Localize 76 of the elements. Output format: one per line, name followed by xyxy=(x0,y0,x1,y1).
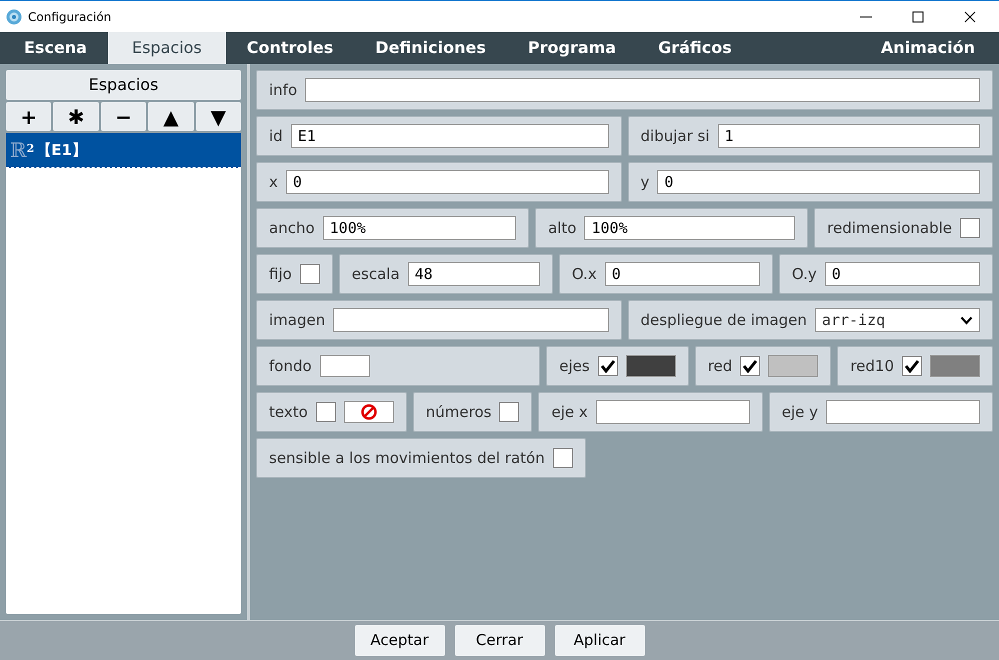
toolbar-button[interactable]: − xyxy=(100,102,146,131)
toolbar-button[interactable]: ▼ xyxy=(196,102,242,131)
checkbox[interactable] xyxy=(499,402,520,422)
field-label: eje x xyxy=(551,402,588,423)
color-button[interactable] xyxy=(320,355,370,377)
text-field[interactable]: 48 xyxy=(408,262,540,286)
toolbar-button[interactable]: + xyxy=(6,102,52,131)
color-button[interactable] xyxy=(344,401,394,423)
no-color-icon xyxy=(360,404,377,420)
checkbox[interactable] xyxy=(960,218,980,238)
field-label: fondo xyxy=(269,356,312,377)
dialog-button[interactable]: Cerrar xyxy=(454,625,544,656)
text-field[interactable]: 100% xyxy=(584,216,796,240)
field-label: dibujar si xyxy=(640,126,710,147)
field-label: info xyxy=(269,80,298,101)
text-field[interactable] xyxy=(596,400,750,424)
text-field[interactable] xyxy=(333,308,608,332)
checkbox[interactable] xyxy=(316,402,336,422)
chevron-down-icon xyxy=(960,316,973,324)
tab[interactable]: Espacios xyxy=(108,32,226,64)
field-label: imagen xyxy=(269,310,326,331)
color-button[interactable] xyxy=(768,355,818,377)
field-label: ejes xyxy=(559,356,590,377)
text-field[interactable]: 0 xyxy=(286,170,608,194)
checkbox[interactable] xyxy=(902,356,922,376)
text-field[interactable]: 1 xyxy=(718,124,980,148)
checkbox[interactable] xyxy=(598,356,618,376)
text-field[interactable]: 0 xyxy=(657,170,980,194)
tab[interactable]: Animación xyxy=(860,32,996,64)
field-label: id xyxy=(269,126,283,147)
checkmark-icon xyxy=(600,359,616,373)
sidebar-title: Espacios xyxy=(6,70,241,100)
text-field[interactable] xyxy=(305,78,980,102)
app-icon xyxy=(6,8,22,24)
tab[interactable]: Escena xyxy=(3,32,108,64)
close-icon[interactable] xyxy=(964,10,976,22)
checkmark-icon xyxy=(742,359,758,373)
dialog-button[interactable]: Aplicar xyxy=(554,625,644,656)
toolbar-button[interactable]: ✱ xyxy=(53,102,99,131)
text-field[interactable]: 0 xyxy=(824,262,980,286)
field-label: red10 xyxy=(850,356,894,377)
field-label: sensible a los movimientos del ratón xyxy=(269,448,545,469)
window-title: Configuración xyxy=(28,8,112,26)
field-label: fijo xyxy=(269,264,292,285)
field-label: O.y xyxy=(792,264,817,285)
text-field[interactable]: 100% xyxy=(322,216,516,240)
field-label: ancho xyxy=(269,218,315,239)
field-label: alto xyxy=(548,218,576,239)
checkbox[interactable] xyxy=(552,448,573,468)
field-label: x xyxy=(269,172,278,193)
field-label: y xyxy=(640,172,650,193)
maximize-icon[interactable] xyxy=(912,10,924,22)
field-label: red xyxy=(708,356,732,377)
field-label: escala xyxy=(352,264,400,285)
dropdown[interactable]: arr-izq xyxy=(814,308,980,332)
checkbox[interactable] xyxy=(300,264,320,284)
field-label: redimensionable xyxy=(827,218,952,239)
text-field[interactable] xyxy=(826,400,980,424)
tab[interactable]: Programa xyxy=(506,32,638,64)
tab[interactable]: Gráficos xyxy=(637,32,753,64)
checkmark-icon xyxy=(904,359,920,373)
color-button[interactable] xyxy=(626,355,676,377)
color-button[interactable] xyxy=(930,355,980,377)
tab[interactable]: Controles xyxy=(226,32,354,64)
field-label: despliegue de imagen xyxy=(640,310,807,331)
field-label: texto xyxy=(269,402,308,423)
text-field[interactable]: 0 xyxy=(604,262,760,286)
field-label: O.x xyxy=(572,264,597,285)
tab[interactable]: Definiciones xyxy=(354,32,507,64)
dialog-button[interactable]: Aceptar xyxy=(354,625,444,656)
checkbox[interactable] xyxy=(740,356,760,376)
field-label: números xyxy=(426,402,492,423)
list-item[interactable]: ℝ$^{2}$【E1】 xyxy=(6,133,241,168)
field-label: eje y xyxy=(782,402,818,423)
toolbar-button[interactable]: ▲ xyxy=(148,102,194,131)
text-field[interactable]: E1 xyxy=(290,124,608,148)
